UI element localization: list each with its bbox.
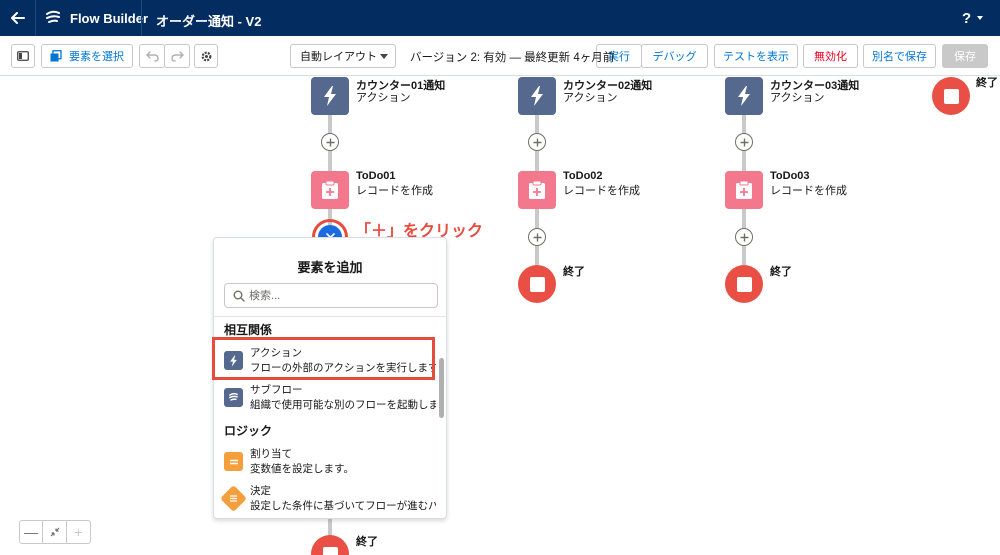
node-subtitle: レコードを作成	[356, 185, 433, 197]
option-description: 設定した条件に基づいてフローが進むパ...	[250, 500, 436, 512]
record-node-todo01[interactable]	[311, 171, 349, 209]
add-element-button[interactable]	[528, 133, 546, 151]
panel-icon	[17, 51, 29, 61]
element-search[interactable]	[224, 283, 438, 308]
subflow-icon	[224, 388, 243, 407]
arrow-left-icon	[10, 12, 25, 24]
bolt-icon	[324, 86, 336, 106]
section-title-interaction: 相互関係	[224, 323, 273, 337]
node-subtitle: アクション	[563, 92, 618, 104]
collapse-icon	[50, 527, 59, 537]
node-subtitle: アクション	[356, 92, 411, 104]
toggle-panel-button[interactable]	[11, 44, 35, 68]
divider	[214, 316, 446, 317]
section-title-logic: ロジック	[224, 424, 273, 438]
layout-select-value: 自動レイアウト	[300, 51, 377, 63]
node-subtitle: アクション	[770, 92, 825, 104]
zoom-out-button[interactable]: —	[20, 521, 44, 543]
zoom-controls: — +	[19, 520, 91, 544]
clipboard-icon	[322, 180, 338, 199]
app-name: Flow Builder	[70, 11, 148, 26]
option-name: サブフロー	[250, 384, 303, 396]
node-title: ToDo02	[563, 170, 603, 182]
search-input[interactable]	[249, 287, 429, 305]
end-label: 終了	[976, 77, 998, 89]
option-name: 割り当て	[250, 448, 292, 460]
element-option-decision[interactable]: 決定 設定した条件に基づいてフローが進むパ...	[214, 480, 436, 518]
zoom-in-button[interactable]: +	[67, 521, 90, 543]
record-node-todo03[interactable]	[725, 171, 763, 209]
assignment-icon	[224, 452, 243, 471]
app-header: Flow Builder オーダー通知 - V2 ?	[0, 0, 1000, 36]
element-option-assignment[interactable]: 割り当て 変数値を設定します。	[214, 443, 436, 483]
clipboard-icon	[529, 180, 545, 199]
add-element-button[interactable]	[735, 228, 753, 246]
bolt-icon	[738, 86, 750, 106]
action-node-counter01[interactable]	[311, 77, 349, 115]
add-element-button[interactable]	[735, 133, 753, 151]
redo-icon	[170, 50, 184, 62]
popover-title: 要素を追加	[297, 260, 363, 275]
option-name: 決定	[250, 485, 271, 497]
clipboard-icon	[736, 180, 752, 199]
end-label: 終了	[770, 266, 792, 278]
layout-select[interactable]: 自動レイアウト	[290, 44, 396, 68]
version-status: バージョン 2: 有効 — 最終更新 4ヶ月前	[410, 52, 615, 64]
element-option-subflow[interactable]: サブフロー 組織で使用可能な別のフローを起動しま...	[214, 379, 436, 419]
option-description: 組織で使用可能な別のフローを起動しま...	[250, 399, 436, 411]
view-tests-button[interactable]: テストを表示	[714, 44, 798, 68]
end-label: 終了	[563, 266, 585, 278]
select-elements-label: 要素を選択	[69, 51, 124, 63]
bolt-icon	[531, 86, 543, 106]
annotation-highlight-box	[212, 337, 435, 380]
chevron-down-icon	[380, 54, 388, 59]
node-subtitle: レコードを作成	[563, 185, 640, 197]
plus-icon	[740, 233, 748, 241]
save-as-button[interactable]: 別名で保存	[863, 44, 936, 68]
end-node[interactable]	[518, 265, 556, 303]
plus-icon	[533, 233, 541, 241]
header-divider	[141, 0, 142, 36]
record-node-todo02[interactable]	[518, 171, 556, 209]
action-node-counter02[interactable]	[518, 77, 556, 115]
add-element-button[interactable]	[528, 228, 546, 246]
plus-icon	[533, 138, 541, 146]
back-button[interactable]	[0, 0, 36, 36]
deactivate-button[interactable]: 無効化	[803, 44, 858, 68]
end-node[interactable]	[725, 265, 763, 303]
save-button[interactable]: 保存	[942, 44, 988, 68]
undo-button[interactable]	[139, 44, 165, 68]
debug-button[interactable]: デバッグ	[641, 44, 708, 68]
option-description: 変数値を設定します。	[250, 463, 354, 475]
popover-scrollbar[interactable]	[439, 358, 444, 418]
help-button[interactable]: ?	[962, 10, 971, 27]
end-node[interactable]	[311, 535, 349, 555]
add-element-button[interactable]	[321, 133, 339, 151]
select-elements-button[interactable]: 要素を選択	[41, 44, 133, 68]
select-icon	[50, 50, 62, 62]
flow-title: オーダー通知 - V2	[156, 14, 262, 29]
redo-button[interactable]	[164, 44, 190, 68]
flow-logo-icon	[46, 10, 60, 23]
settings-button[interactable]	[194, 44, 218, 68]
action-node-counter03[interactable]	[725, 77, 763, 115]
node-title: ToDo01	[356, 170, 396, 182]
flow-canvas[interactable]: カウンター01通知 アクション ToDo01 レコードを作成 「＋」をクリック …	[0, 77, 1000, 555]
end-label: 終了	[356, 536, 378, 548]
end-node[interactable]	[932, 77, 970, 115]
gear-icon	[201, 51, 211, 61]
node-title: ToDo03	[770, 170, 810, 182]
fit-view-button[interactable]	[43, 521, 67, 543]
plus-icon	[740, 138, 748, 146]
plus-icon	[326, 138, 334, 146]
decision-icon	[220, 485, 247, 512]
chevron-down-icon[interactable]	[977, 16, 983, 20]
undo-icon	[145, 50, 159, 62]
node-subtitle: レコードを作成	[770, 185, 847, 197]
search-icon	[233, 290, 245, 302]
